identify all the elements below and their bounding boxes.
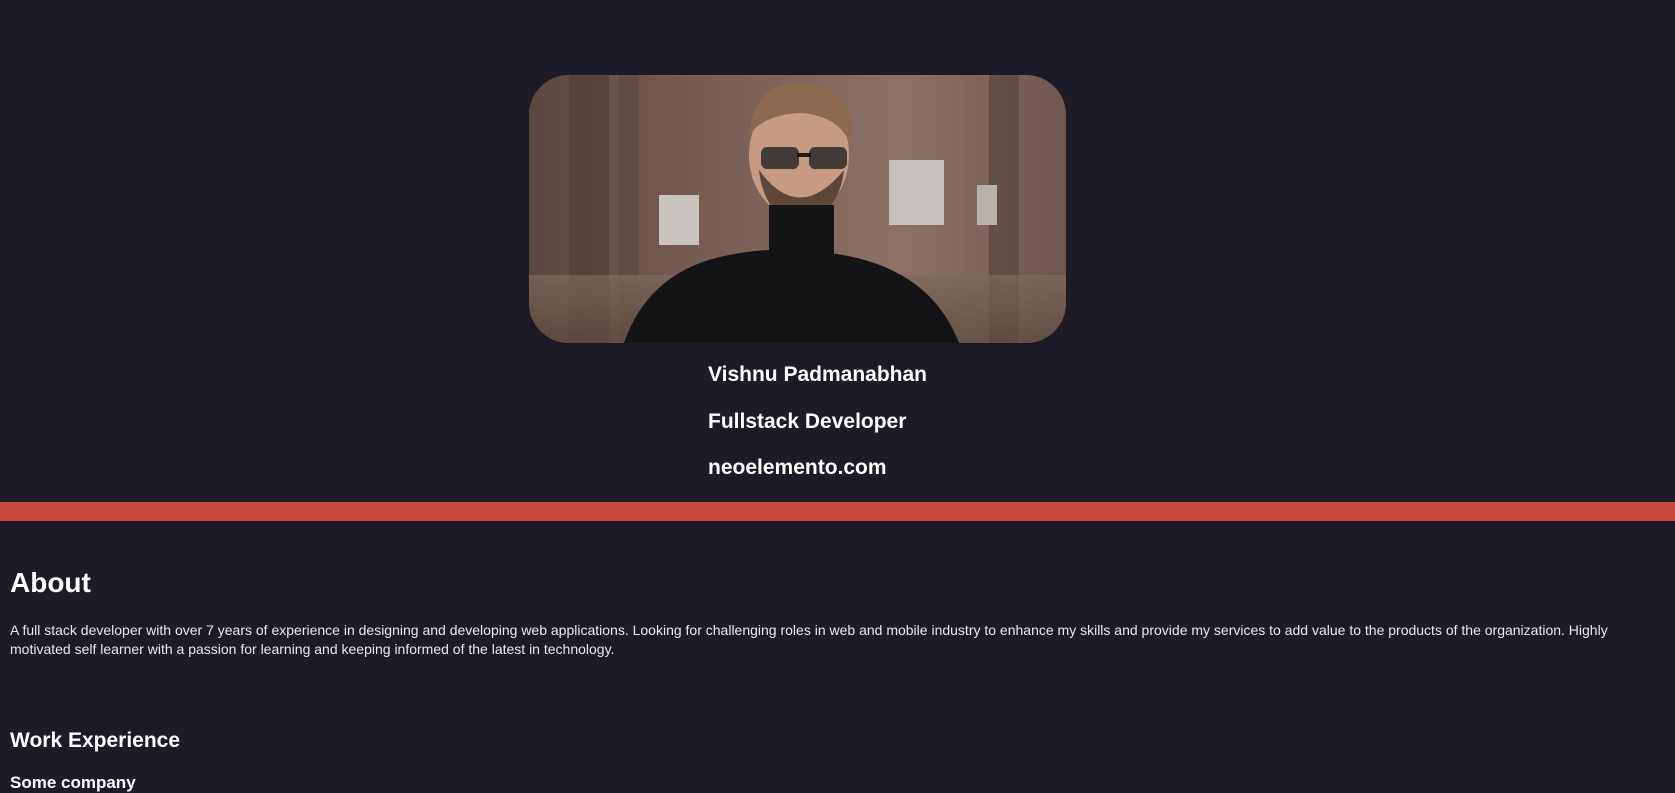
about-text: A full stack developer with over 7 years… xyxy=(10,622,1608,657)
profile-role: Fullstack Developer xyxy=(708,410,907,433)
profile-photo-image xyxy=(529,75,1066,343)
profile-page: Vishnu Padmanabhan Fullstack Developer n… xyxy=(0,0,1675,793)
company-name: Some company xyxy=(10,773,136,792)
profile-photo xyxy=(529,75,1066,343)
profile-name: Vishnu Padmanabhan xyxy=(708,363,927,386)
profile-website-link[interactable]: neoelemento.com xyxy=(708,456,887,480)
accent-divider xyxy=(0,502,1675,521)
work-experience-heading: Work Experience xyxy=(10,729,181,752)
about-heading: About xyxy=(10,567,91,598)
